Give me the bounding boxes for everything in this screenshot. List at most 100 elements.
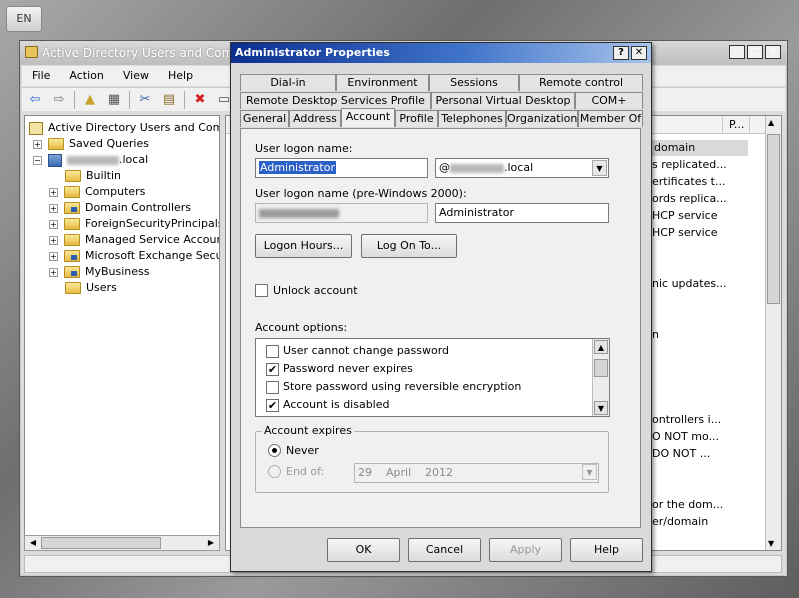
list-item[interactable]: O NOT mo... bbox=[652, 429, 719, 445]
tab-general[interactable]: General bbox=[240, 110, 289, 127]
list-item[interactable]: domain bbox=[652, 140, 748, 156]
scroll-right-icon[interactable]: ▶ bbox=[204, 537, 218, 549]
expand-icon[interactable]: + bbox=[49, 203, 58, 213]
tab-sessions[interactable]: Sessions bbox=[429, 74, 519, 91]
pre-windows-2000-label: User logon name (pre-Windows 2000): bbox=[255, 187, 467, 200]
forward-arrow-icon[interactable]: ⇨ bbox=[50, 91, 68, 109]
tree-item-domain[interactable]: − .local bbox=[33, 152, 148, 168]
minimize-button[interactable]: _ bbox=[729, 45, 745, 59]
tree-item-foreign-security-principals[interactable]: + ForeignSecurityPrincipals bbox=[49, 216, 219, 232]
scroll-thumb[interactable] bbox=[594, 359, 608, 377]
tab-account[interactable]: Account bbox=[341, 108, 395, 127]
list-item[interactable]: or the dom... bbox=[652, 497, 723, 513]
option-account-is-disabled[interactable]: ✔ Account is disabled bbox=[266, 396, 390, 414]
scroll-down-icon[interactable]: ▼ bbox=[768, 539, 774, 548]
dialog-close-button[interactable]: ✕ bbox=[631, 46, 647, 60]
list-item[interactable]: DO NOT ... bbox=[652, 446, 710, 462]
tab-remote-desktop-services-profile[interactable]: Remote Desktop Services Profile bbox=[240, 92, 431, 109]
log-on-to-button[interactable]: Log On To... bbox=[361, 234, 457, 258]
user-logon-name-input[interactable]: Administrator bbox=[255, 158, 428, 178]
tab-profile[interactable]: Profile bbox=[395, 110, 438, 127]
option-checkbox[interactable] bbox=[266, 344, 279, 358]
list-item[interactable]: ords replica... bbox=[652, 191, 727, 207]
tree-item-users[interactable]: Users bbox=[65, 280, 117, 296]
tree-item-saved-queries[interactable]: + Saved Queries bbox=[33, 136, 149, 152]
tree-item-managed-service-accounts[interactable]: + Managed Service Accounts bbox=[49, 232, 219, 248]
list-item[interactable]: nic updates... bbox=[652, 276, 727, 292]
expand-icon[interactable]: + bbox=[49, 235, 58, 245]
close-button[interactable]: ✕ bbox=[765, 45, 781, 59]
tree-item-domain-controllers[interactable]: + Domain Controllers bbox=[49, 200, 191, 216]
expand-icon[interactable]: + bbox=[49, 267, 58, 277]
back-arrow-icon[interactable]: ⇦ bbox=[26, 91, 44, 109]
help-button[interactable]: Help bbox=[570, 538, 643, 562]
option-checkbox[interactable] bbox=[266, 380, 279, 394]
list-item[interactable]: er/domain bbox=[652, 514, 708, 530]
up-folder-icon[interactable]: ▲ bbox=[81, 91, 99, 109]
list-item[interactable]: HCP service bbox=[652, 208, 717, 224]
expand-icon[interactable]: + bbox=[33, 139, 42, 149]
tree-item-microsoft-exchange-security[interactable]: + Microsoft Exchange Securit bbox=[49, 248, 219, 264]
list-item[interactable]: s replicated... bbox=[652, 157, 727, 173]
option-checkbox-checked[interactable]: ✔ bbox=[266, 362, 279, 376]
expand-icon[interactable]: + bbox=[49, 251, 58, 261]
maximize-button[interactable]: □ bbox=[747, 45, 763, 59]
ok-button[interactable]: OK bbox=[327, 538, 400, 562]
column-header[interactable]: P... bbox=[722, 116, 750, 134]
end-of-date-picker: 29 April 2012 ▼ bbox=[354, 463, 599, 483]
tab-personal-virtual-desktop[interactable]: Personal Virtual Desktop bbox=[431, 92, 575, 109]
menu-file[interactable]: File bbox=[22, 66, 59, 82]
tree-horizontal-scrollbar[interactable]: ◀ ▶ bbox=[24, 535, 220, 551]
list-item[interactable]: HCP service bbox=[652, 225, 717, 241]
tree-item-root[interactable]: Active Directory Users and Compute bbox=[29, 120, 219, 136]
option-store-password-reversible[interactable]: Store password using reversible encrypti… bbox=[266, 378, 521, 396]
menu-help[interactable]: Help bbox=[158, 66, 202, 82]
tab-organization[interactable]: Organization bbox=[506, 110, 578, 127]
show-hide-tree-icon[interactable]: ▦ bbox=[105, 91, 123, 109]
pre-windows-2000-user-input[interactable]: Administrator bbox=[435, 203, 609, 223]
cut-icon[interactable]: ✂ bbox=[136, 91, 154, 109]
delete-icon[interactable]: ✖ bbox=[191, 91, 209, 109]
unlock-account-checkbox[interactable] bbox=[255, 284, 268, 297]
list-item[interactable]: ontrollers i... bbox=[652, 412, 721, 428]
tree-item-mybusiness[interactable]: + MyBusiness bbox=[49, 264, 150, 280]
account-tab-panel: User logon name: Administrator @ .local ▼… bbox=[240, 128, 641, 528]
scroll-up-icon[interactable]: ▲ bbox=[594, 340, 608, 354]
options-scrollbar[interactable]: ▲ ▼ bbox=[592, 339, 609, 416]
scroll-down-icon[interactable]: ▼ bbox=[594, 401, 608, 415]
logon-hours-button[interactable]: Logon Hours... bbox=[255, 234, 352, 258]
dialog-title-bar: Administrator Properties ? ✕ bbox=[231, 43, 651, 63]
never-radio[interactable] bbox=[268, 444, 281, 457]
tab-remote-control[interactable]: Remote control bbox=[519, 74, 643, 91]
option-checkbox-checked[interactable]: ✔ bbox=[266, 398, 279, 412]
collapse-icon[interactable]: − bbox=[33, 155, 42, 165]
cancel-button[interactable]: Cancel bbox=[408, 538, 481, 562]
option-password-never-expires[interactable]: ✔ Password never expires bbox=[266, 360, 413, 378]
option-user-cannot-change-password[interactable]: User cannot change password bbox=[266, 342, 449, 360]
expand-icon[interactable]: + bbox=[49, 187, 58, 197]
help-question-button[interactable]: ? bbox=[613, 46, 629, 60]
end-of-radio[interactable] bbox=[268, 465, 281, 478]
menu-view[interactable]: View bbox=[113, 66, 158, 82]
scroll-thumb[interactable] bbox=[41, 537, 161, 549]
tab-telephones[interactable]: Telephones bbox=[438, 110, 506, 127]
menu-action[interactable]: Action bbox=[59, 66, 112, 82]
tree-item-builtin[interactable]: Builtin bbox=[65, 168, 121, 184]
list-item[interactable]: n bbox=[652, 327, 659, 343]
tab-dial-in[interactable]: Dial-in bbox=[240, 74, 336, 91]
tab-environment[interactable]: Environment bbox=[336, 74, 429, 91]
tab-address[interactable]: Address bbox=[289, 110, 341, 127]
scroll-up-icon[interactable]: ▲ bbox=[768, 118, 774, 127]
scroll-thumb[interactable] bbox=[767, 134, 780, 304]
tree-item-computers[interactable]: + Computers bbox=[49, 184, 145, 200]
list-item[interactable]: ertificates t... bbox=[652, 174, 726, 190]
upn-suffix-dropdown[interactable]: @ .local ▼ bbox=[435, 158, 609, 178]
language-indicator[interactable]: EN bbox=[6, 6, 42, 32]
list-vertical-scrollbar[interactable]: ▲ ▼ bbox=[765, 116, 781, 550]
scroll-left-icon[interactable]: ◀ bbox=[26, 537, 40, 549]
copy-icon[interactable]: ▤ bbox=[160, 91, 178, 109]
tab-com-plus[interactable]: COM+ bbox=[575, 92, 643, 109]
tab-member-of[interactable]: Member Of bbox=[578, 110, 643, 127]
chevron-down-icon[interactable]: ▼ bbox=[592, 160, 607, 176]
expand-icon[interactable]: + bbox=[49, 219, 58, 229]
